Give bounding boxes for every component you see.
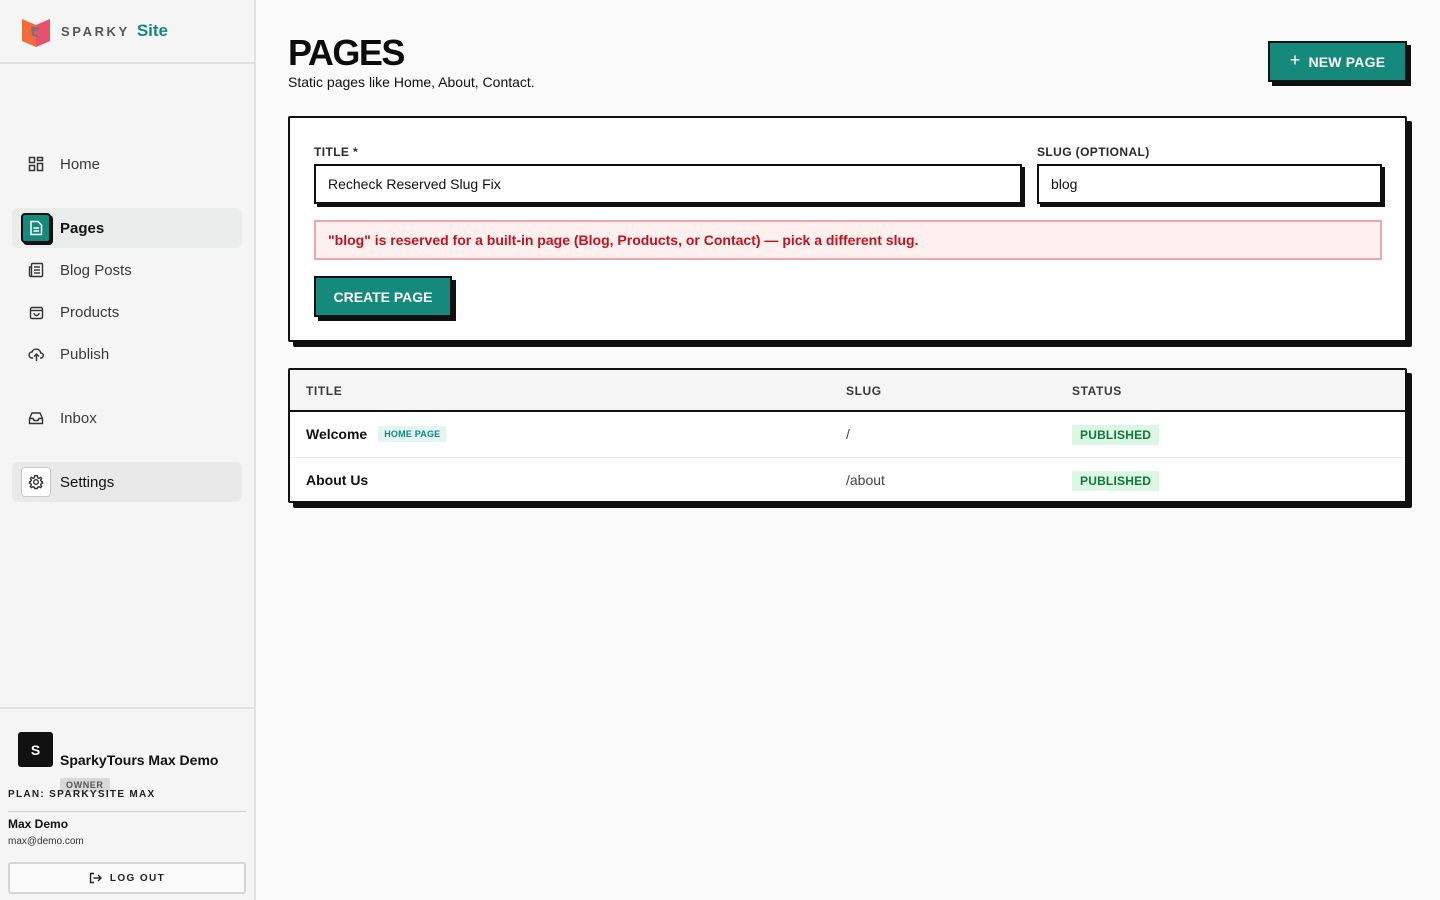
brand-name: SPARKY xyxy=(61,23,130,39)
column-header-slug[interactable]: SLUG xyxy=(846,384,882,398)
inbox-icon xyxy=(21,403,51,433)
sidebar-item-home[interactable]: Home xyxy=(12,144,242,184)
logout-button[interactable]: LOG OUT xyxy=(8,862,246,894)
create-page-button[interactable]: CREATE PAGE xyxy=(314,276,452,317)
create-page-form: TITLE * SLUG (OPTIONAL) "blog" is reserv… xyxy=(288,116,1407,342)
title-label: TITLE * xyxy=(314,145,359,159)
plan-label: PLAN: SPARKYSITE MAX xyxy=(8,789,156,800)
column-header-title[interactable]: TITLE xyxy=(306,384,342,398)
status-badge: PUBLISHED xyxy=(1072,471,1160,491)
page-subtitle: Static pages like Home, About, Contact. xyxy=(288,74,535,90)
row-title-text: Welcome xyxy=(306,426,368,442)
status-badge: PUBLISHED xyxy=(1072,425,1160,445)
sidebar-item-label: Settings xyxy=(60,473,115,491)
new-page-button[interactable]: + NEW PAGE xyxy=(1268,41,1407,82)
home-page-badge: HOME PAGE xyxy=(378,426,447,442)
new-page-label: NEW PAGE xyxy=(1308,53,1386,70)
site-switcher[interactable]: S SparkyTours Max Demo OWNER xyxy=(18,732,218,792)
divider xyxy=(8,811,246,812)
brand-site: Site xyxy=(136,21,168,40)
user-name: Max Demo xyxy=(8,817,69,831)
sidebar-item-label: Pages xyxy=(60,219,105,237)
page-title: PAGES xyxy=(288,32,405,73)
sidebar-item-blog-posts[interactable]: Blog Posts xyxy=(12,250,242,290)
logout-icon xyxy=(89,872,102,884)
row-title-text: About Us xyxy=(306,472,369,488)
sparky-logo-icon xyxy=(22,19,50,47)
sidebar: SPARKY Site Home Pages Blog Posts Produc… xyxy=(0,0,256,900)
brand[interactable]: SPARKY Site xyxy=(0,0,254,64)
account-panel: S SparkyTours Max Demo OWNER PLAN: SPARK… xyxy=(0,707,254,894)
avatar: S xyxy=(18,732,53,767)
sidebar-item-label: Products xyxy=(60,303,120,321)
sidebar-item-pages[interactable]: Pages xyxy=(12,208,242,248)
sidebar-item-label: Blog Posts xyxy=(60,261,132,279)
title-input[interactable] xyxy=(314,164,1022,204)
row-title[interactable]: About Us xyxy=(306,472,368,488)
slug-input[interactable] xyxy=(1037,164,1382,204)
row-slug: /about xyxy=(846,472,885,488)
row-slug: / xyxy=(846,426,850,442)
column-header-status[interactable]: STATUS xyxy=(1072,384,1122,398)
table-header: TITLE SLUG STATUS xyxy=(290,370,1405,412)
site-name: SparkyTours Max Demo xyxy=(60,752,219,768)
slug-label: SLUG (OPTIONAL) xyxy=(1037,145,1150,159)
cloud-upload-icon xyxy=(21,339,51,369)
pages-table: TITLE SLUG STATUS Welcome HOME PAGE / PU… xyxy=(288,368,1407,503)
sidebar-item-label: Inbox xyxy=(60,409,97,427)
document-icon xyxy=(21,213,51,243)
sidebar-item-inbox[interactable]: Inbox xyxy=(12,398,242,438)
sidebar-item-label: Publish xyxy=(60,345,110,363)
error-message: "blog" is reserved for a built-in page (… xyxy=(314,220,1382,260)
plus-icon: + xyxy=(1289,50,1301,70)
sidebar-item-publish[interactable]: Publish xyxy=(12,334,242,374)
gear-icon xyxy=(21,467,51,497)
row-title[interactable]: Welcome HOME PAGE xyxy=(306,426,447,442)
logout-label: LOG OUT xyxy=(109,872,166,884)
table-row[interactable]: About Us /about PUBLISHED xyxy=(290,457,1405,501)
newspaper-icon xyxy=(21,255,51,285)
table-row[interactable]: Welcome HOME PAGE / PUBLISHED xyxy=(290,412,1405,457)
shopping-bag-icon xyxy=(21,297,51,327)
sidebar-item-products[interactable]: Products xyxy=(12,292,242,332)
grid-icon xyxy=(21,149,51,179)
user-email: max@demo.com xyxy=(8,836,84,847)
sidebar-item-label: Home xyxy=(60,155,101,173)
sidebar-item-settings[interactable]: Settings xyxy=(12,462,242,502)
